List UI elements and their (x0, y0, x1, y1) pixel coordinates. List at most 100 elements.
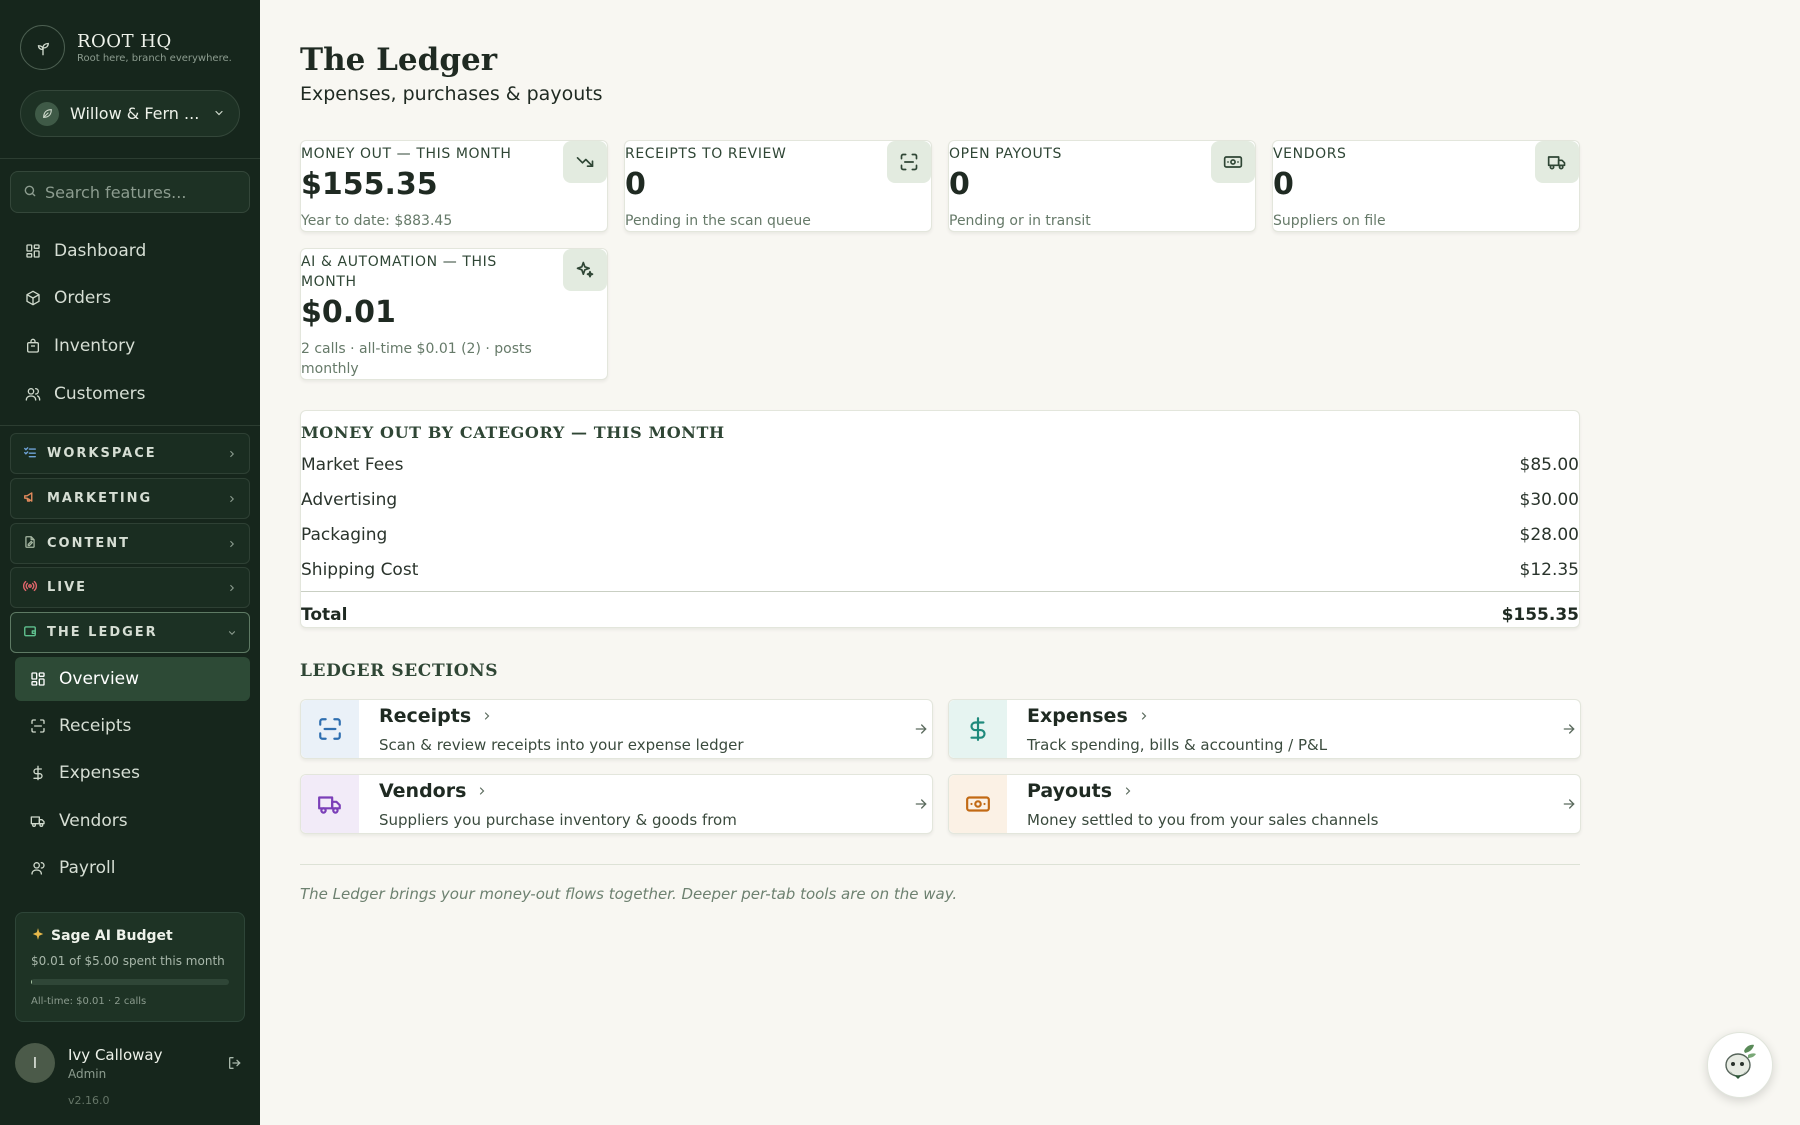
sprout-icon (20, 25, 65, 70)
ledger-item-payroll[interactable]: Payroll (15, 846, 250, 890)
category-breakdown-card: MONEY OUT BY CATEGORY — THIS MONTH Marke… (300, 410, 1580, 628)
sidebar-divider (0, 425, 260, 426)
shop-selector[interactable]: Willow & Fern ... (20, 90, 240, 137)
ledger-item-overview[interactable]: Overview (15, 657, 250, 701)
app-version: v2.16.0 (68, 1094, 110, 1107)
assistant-chat-button[interactable] (1707, 1032, 1773, 1098)
sparkles-icon (563, 249, 607, 291)
leaf-icon (35, 101, 59, 126)
group-live[interactable]: LIVE (10, 567, 250, 608)
section-card-expenses[interactable]: Expenses Track spending, bills & account… (948, 699, 1581, 759)
group-the-ledger[interactable]: THE LEDGER (10, 612, 250, 653)
sections-heading: LEDGER SECTIONS (300, 661, 499, 681)
stat-label: MONEY OUT — THIS MONTH (301, 146, 512, 162)
ledger-item-expenses[interactable]: Expenses (15, 751, 250, 795)
group-workspace[interactable]: WORKSPACE (10, 433, 250, 474)
arrow-right-icon (912, 795, 930, 813)
section-title-text: Receipts (379, 705, 472, 727)
stat-note: Pending in the scan queue (625, 213, 811, 229)
section-title-text: Vendors (379, 780, 467, 802)
section-title: Vendors (379, 780, 488, 802)
dollar-icon (29, 764, 47, 782)
logout-icon[interactable] (225, 1053, 245, 1073)
bag-icon (24, 337, 42, 355)
stat-label: RECEIPTS TO REVIEW (625, 146, 787, 162)
category-amount: $85.00 (1519, 455, 1579, 475)
footer-note: The Ledger brings your money-out flows t… (300, 885, 958, 903)
stat-ai-automation: AI & AUTOMATION — THIS MONTH $0.01 2 cal… (300, 248, 608, 380)
group-label: LIVE (47, 580, 88, 595)
brand[interactable]: ROOT HQ Root here, branch everywhere. (20, 25, 232, 70)
nav-item-customers[interactable]: Customers (24, 379, 145, 409)
stat-note: Pending or in transit (949, 213, 1091, 229)
nav-item-label: Customers (54, 384, 146, 404)
category-name: Market Fees (301, 455, 404, 475)
page-title: The Ledger (300, 42, 498, 78)
arrow-right-icon (1560, 720, 1578, 738)
search-box[interactable] (10, 171, 250, 213)
chevron-right-icon (227, 534, 237, 553)
section-title-text: Expenses (1027, 705, 1128, 727)
stat-note: Suppliers on file (1273, 213, 1386, 229)
dollar-icon (949, 700, 1007, 758)
section-card-vendors[interactable]: Vendors Suppliers you purchase inventory… (300, 774, 933, 834)
budget-title: Sage AI Budget (51, 928, 173, 944)
group-marketing[interactable]: MARKETING (10, 478, 250, 519)
banknote-icon (1211, 141, 1255, 183)
category-heading: MONEY OUT BY CATEGORY — THIS MONTH (301, 423, 725, 442)
group-label: WORKSPACE (47, 446, 157, 461)
section-title-text: Payouts (1027, 780, 1113, 802)
scan-icon (301, 700, 359, 758)
stat-receipts-to-review: RECEIPTS TO REVIEW 0 Pending in the scan… (624, 140, 932, 232)
category-amount: $30.00 (1519, 490, 1579, 510)
budget-spent: $0.01 of $5.00 spent this month (31, 954, 225, 968)
user-profile: I Ivy Calloway Admin (15, 1043, 245, 1083)
nav-item-orders[interactable]: Orders (24, 283, 111, 313)
search-input[interactable] (45, 182, 235, 202)
section-title: Receipts (379, 705, 493, 727)
chevron-right-icon (481, 710, 493, 722)
footer-divider (300, 864, 1580, 865)
broadcast-icon (23, 578, 37, 597)
nav-item-inventory[interactable]: Inventory (24, 331, 135, 361)
stat-label: OPEN PAYOUTS (949, 146, 1062, 162)
nav-item-label: Dashboard (54, 241, 147, 261)
chevron-down-icon (213, 104, 225, 123)
nav-item-label: Orders (54, 288, 112, 308)
truck-icon (29, 812, 47, 830)
scan-icon (29, 717, 47, 735)
avatar[interactable]: I (15, 1043, 55, 1083)
chevron-right-icon (227, 489, 237, 508)
ai-budget-card: Sage AI Budget $0.01 of $5.00 spent this… (15, 912, 245, 1022)
ledger-item-receipts[interactable]: Receipts (15, 704, 250, 748)
ledger-item-label: Payroll (59, 858, 116, 878)
group-label: MARKETING (47, 491, 153, 506)
section-card-payouts[interactable]: Payouts Money settled to you from your s… (948, 774, 1581, 834)
nav-item-dashboard[interactable]: Dashboard (24, 236, 146, 266)
section-card-receipts[interactable]: Receipts Scan & review receipts into you… (300, 699, 933, 759)
category-total-row: Total $155.35 (301, 605, 1579, 625)
brand-tagline: Root here, branch everywhere. (77, 53, 232, 64)
stat-open-payouts: OPEN PAYOUTS 0 Pending or in transit (948, 140, 1256, 232)
group-content[interactable]: CONTENT (10, 523, 250, 564)
category-row: Advertising $30.00 (301, 490, 1579, 510)
stat-money-out: MONEY OUT — THIS MONTH $155.35 Year to d… (300, 140, 608, 232)
document-edit-icon (23, 534, 37, 553)
category-amount: $12.35 (1519, 560, 1579, 580)
shop-name: Willow & Fern ... (70, 104, 200, 123)
stat-label: AI & AUTOMATION — THIS MONTH (301, 254, 497, 290)
ledger-item-label: Receipts (59, 716, 132, 736)
sparkle-icon (31, 927, 45, 945)
chevron-right-icon (227, 578, 237, 597)
arrow-right-icon (1560, 795, 1578, 813)
search-icon (23, 183, 37, 202)
section-description: Suppliers you purchase inventory & goods… (379, 811, 737, 829)
trending-down-icon (563, 141, 607, 183)
ledger-item-vendors[interactable]: Vendors (15, 799, 250, 843)
stat-vendors: VENDORS 0 Suppliers on file (1272, 140, 1580, 232)
chevron-right-icon (1122, 785, 1134, 797)
stat-value: 0 (1273, 167, 1294, 202)
category-row: Market Fees $85.00 (301, 455, 1579, 475)
section-description: Scan & review receipts into your expense… (379, 736, 744, 754)
section-description: Track spending, bills & accounting / P&L (1027, 736, 1328, 754)
